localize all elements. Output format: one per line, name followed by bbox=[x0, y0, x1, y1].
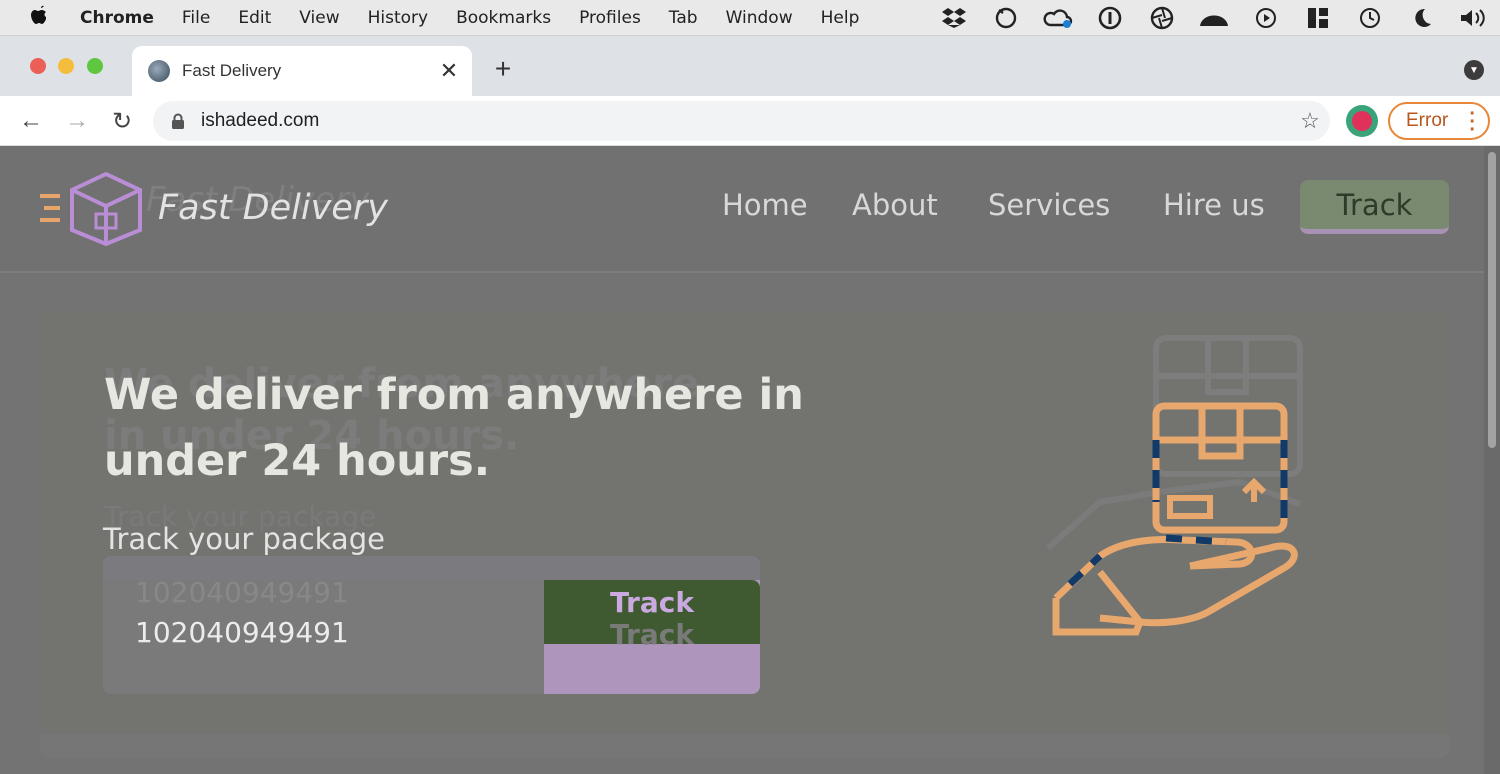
cloud-sync-icon[interactable] bbox=[980, 0, 1032, 36]
menu-edit[interactable]: Edit bbox=[238, 8, 271, 28]
menu-history[interactable]: History bbox=[368, 8, 428, 28]
menu-chrome[interactable]: Chrome bbox=[80, 8, 154, 28]
track-submit-label: Track bbox=[610, 586, 694, 619]
browser-toolbar: ← → ↻ ishadeed.com ☆ Error · · · bbox=[0, 96, 1500, 146]
brand-name[interactable]: Fast Delivery bbox=[158, 188, 388, 228]
menu-help[interactable]: Help bbox=[821, 8, 860, 28]
tracking-number-value[interactable]: 102040949491 bbox=[135, 616, 349, 649]
tab-title: Fast Delivery bbox=[182, 61, 282, 80]
tab-fast-delivery[interactable]: Fast Delivery ✕ bbox=[132, 46, 472, 96]
track-label: Track your package bbox=[103, 522, 385, 556]
tab-strip: Fast Delivery ✕ + ▼ bbox=[0, 36, 1500, 96]
tracking-number-ghost: 102040949491 bbox=[135, 576, 349, 609]
time-machine-icon[interactable] bbox=[1344, 0, 1396, 36]
menu-file[interactable]: File bbox=[182, 8, 210, 28]
lock-icon bbox=[172, 113, 184, 129]
tab-close-icon[interactable]: ✕ bbox=[436, 58, 462, 84]
url-text[interactable]: ishadeed.com bbox=[201, 110, 1290, 132]
page-viewport: Fast Delivery Fast Delivery Home About S… bbox=[0, 146, 1484, 774]
tab-search-icon[interactable]: ▼ bbox=[1464, 60, 1484, 80]
logo-box-icon bbox=[40, 172, 142, 246]
site-favicon-icon bbox=[148, 60, 170, 82]
night-shift-icon[interactable] bbox=[1396, 0, 1448, 36]
reload-button[interactable]: ↻ bbox=[107, 106, 137, 136]
profile-error-button[interactable]: Error · · · bbox=[1388, 102, 1490, 140]
dropbox-icon[interactable] bbox=[928, 0, 980, 36]
creative-cloud-icon[interactable] bbox=[1032, 0, 1084, 36]
package-in-hand-illustration bbox=[1046, 335, 1303, 636]
menu-tab[interactable]: Tab bbox=[669, 8, 698, 28]
menu-profiles[interactable]: Profiles bbox=[579, 8, 641, 28]
nav-hire-us[interactable]: Hire us bbox=[1163, 188, 1265, 222]
more-menu-icon[interactable]: · · · bbox=[1469, 104, 1476, 140]
nav-track-button[interactable]: Track bbox=[1300, 180, 1449, 234]
profile-avatar-icon[interactable] bbox=[1346, 105, 1378, 137]
error-label: Error bbox=[1406, 110, 1449, 131]
aperture-icon[interactable] bbox=[1136, 0, 1188, 36]
page-scrollbar[interactable] bbox=[1484, 146, 1500, 774]
minimize-window-button[interactable] bbox=[58, 58, 74, 74]
site-header: Fast Delivery Fast Delivery Home About S… bbox=[0, 146, 1484, 273]
track-submit-button[interactable]: Track Track bbox=[544, 580, 760, 694]
back-button[interactable]: ← bbox=[16, 106, 46, 136]
track-form: 102040949491 102040949491 Track Track bbox=[103, 556, 760, 694]
track-submit-ghost: Track bbox=[610, 618, 694, 651]
nav-services[interactable]: Services bbox=[988, 188, 1110, 222]
scrollbar-thumb[interactable] bbox=[1488, 152, 1496, 448]
apple-menu-icon[interactable] bbox=[0, 4, 80, 31]
macos-menubar: Chrome File Edit View History Bookmarks … bbox=[0, 0, 1500, 36]
bookmark-star-icon[interactable]: ☆ bbox=[1290, 108, 1330, 134]
menu-bookmarks[interactable]: Bookmarks bbox=[456, 8, 551, 28]
menu-view[interactable]: View bbox=[299, 8, 339, 28]
play-icon[interactable] bbox=[1240, 0, 1292, 36]
forward-button[interactable]: → bbox=[62, 106, 92, 136]
volume-icon[interactable] bbox=[1448, 0, 1500, 36]
hero-heading: We deliver from anywhere in under 24 hou… bbox=[104, 370, 804, 486]
menu-window[interactable]: Window bbox=[726, 8, 793, 28]
close-window-button[interactable] bbox=[30, 58, 46, 74]
address-bar[interactable]: ishadeed.com ☆ bbox=[153, 101, 1330, 141]
menubar-tray bbox=[928, 0, 1500, 36]
magnet-icon[interactable] bbox=[1292, 0, 1344, 36]
1password-icon[interactable] bbox=[1084, 0, 1136, 36]
hero-card-shadow bbox=[40, 734, 1450, 758]
new-tab-button[interactable]: + bbox=[488, 53, 518, 84]
nav-home[interactable]: Home bbox=[722, 188, 808, 222]
zoom-window-button[interactable] bbox=[87, 58, 103, 74]
nav-about[interactable]: About bbox=[852, 188, 938, 222]
messenger-icon[interactable] bbox=[1188, 0, 1240, 36]
